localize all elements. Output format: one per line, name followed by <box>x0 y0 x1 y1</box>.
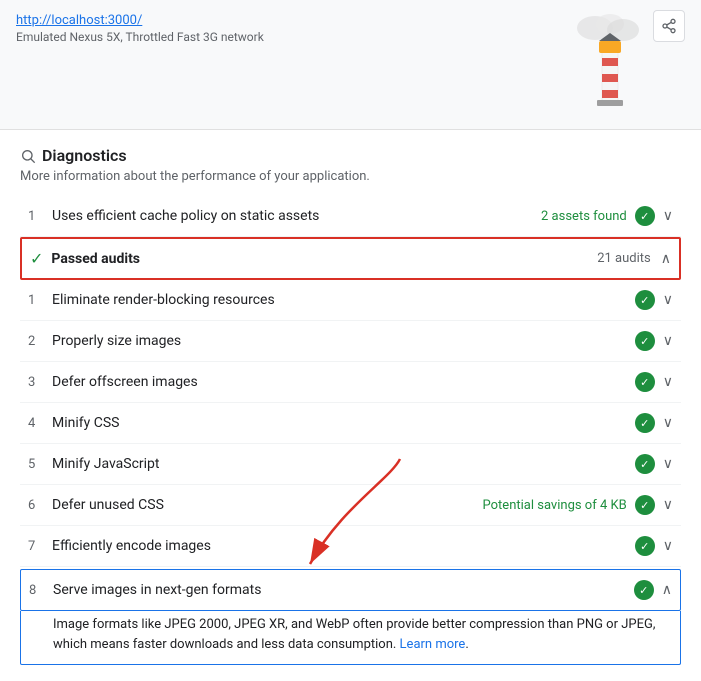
diagnostics-title: Diagnostics <box>42 146 127 165</box>
check-icon: ✓ <box>635 372 655 392</box>
chevron-up-icon[interactable]: ∧ <box>662 582 672 598</box>
row-number: 8 <box>29 583 53 598</box>
row-label: Minify CSS <box>52 415 635 431</box>
chevron-down-icon[interactable]: ∨ <box>663 538 673 554</box>
chevron-down-icon[interactable]: ∨ <box>663 333 673 349</box>
check-icon: ✓ <box>634 580 654 600</box>
check-icon: ✓ <box>635 454 655 474</box>
row-label: Properly size images <box>52 333 635 349</box>
assets-found-text: 2 assets found <box>541 209 627 224</box>
audit-row-8[interactable]: 8 Serve images in next-gen formats ✓ ∧ <box>20 569 681 611</box>
row-number: 6 <box>28 498 52 513</box>
audit-row[interactable]: 1 Eliminate render-blocking resources ✓ … <box>20 280 681 321</box>
row-number: 4 <box>28 416 52 431</box>
audit-row[interactable]: 3 Defer offscreen images ✓ ∨ <box>20 362 681 403</box>
passed-audits-count: 21 audits <box>597 251 651 266</box>
audit-row[interactable]: 6 Defer unused CSS Potential savings of … <box>20 485 681 526</box>
row-number: 1 <box>28 209 52 224</box>
row-label: Defer unused CSS <box>52 497 483 513</box>
share-icon <box>661 18 677 34</box>
row-label: Eliminate render-blocking resources <box>52 292 635 308</box>
row-label: Minify JavaScript <box>52 456 635 472</box>
search-icon <box>20 148 36 164</box>
passed-audits-header[interactable]: ✓ Passed audits 21 audits ∧ <box>20 237 681 280</box>
diagnostics-header: Diagnostics <box>20 146 681 165</box>
row-number: 7 <box>28 539 52 554</box>
lighthouse-logo <box>575 8 645 127</box>
row-label: Uses efficient cache policy on static as… <box>52 208 541 224</box>
learn-more-link[interactable]: Learn more <box>400 637 466 652</box>
header-section: http://localhost:3000/ Emulated Nexus 5X… <box>0 0 701 130</box>
row-label: Defer offscreen images <box>52 374 635 390</box>
audit-row[interactable]: 5 Minify JavaScript ✓ ∨ <box>20 444 681 485</box>
static-assets-row[interactable]: 1 Uses efficient cache policy on static … <box>20 196 681 237</box>
check-icon: ✓ <box>635 290 655 310</box>
chevron-up-icon[interactable]: ∧ <box>661 251 671 267</box>
row-number: 5 <box>28 457 52 472</box>
chevron-down-icon[interactable]: ∨ <box>663 415 673 431</box>
row-number: 2 <box>28 334 52 349</box>
chevron-down-icon[interactable]: ∨ <box>663 292 673 308</box>
row-label: Serve images in next-gen formats <box>53 582 634 598</box>
main-content: Diagnostics More information about the p… <box>0 130 701 681</box>
chevron-down-icon[interactable]: ∨ <box>663 208 673 224</box>
audit-row-8-description: Image formats like JPEG 2000, JPEG XR, a… <box>20 611 681 665</box>
diagnostics-description: More information about the performance o… <box>20 169 681 184</box>
audit-rows-list: 1 Eliminate render-blocking resources ✓ … <box>20 280 681 567</box>
check-icon: ✓ <box>635 495 655 515</box>
audit-row[interactable]: 2 Properly size images ✓ ∨ <box>20 321 681 362</box>
chevron-down-icon[interactable]: ∨ <box>663 456 673 472</box>
row-number: 3 <box>28 375 52 390</box>
chevron-down-icon[interactable]: ∨ <box>663 497 673 513</box>
savings-text: Potential savings of 4 KB <box>483 498 627 513</box>
audit-row[interactable]: 4 Minify CSS ✓ ∨ <box>20 403 681 444</box>
check-icon: ✓ <box>635 331 655 351</box>
header-url[interactable]: http://localhost:3000/ <box>16 13 142 28</box>
check-icon: ✓ <box>635 413 655 433</box>
passed-check-icon: ✓ <box>30 249 43 268</box>
row-number: 1 <box>28 293 52 308</box>
check-icon: ✓ <box>635 536 655 556</box>
chevron-down-icon[interactable]: ∨ <box>663 374 673 390</box>
audit-row[interactable]: 7 Efficiently encode images ✓ ∨ <box>20 526 681 567</box>
share-button[interactable] <box>653 10 685 42</box>
check-icon: ✓ <box>635 206 655 226</box>
row-label: Efficiently encode images <box>52 538 635 554</box>
passed-audits-title: Passed audits <box>51 251 597 267</box>
